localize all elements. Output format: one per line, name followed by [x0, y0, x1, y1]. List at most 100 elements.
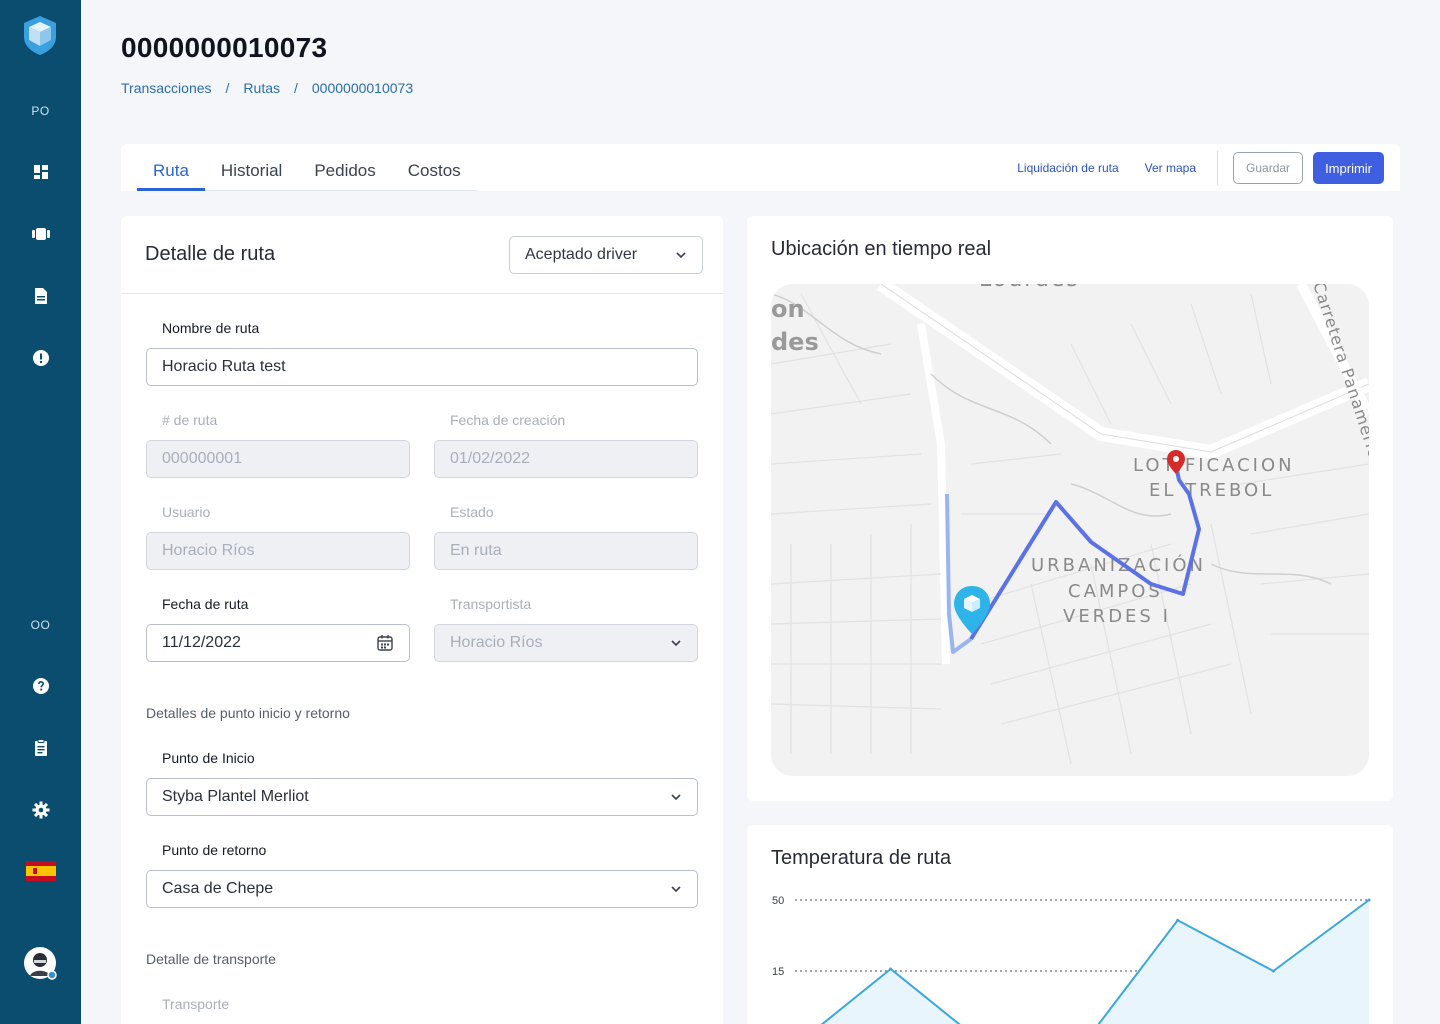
usuario-input: Horacio Ríos	[146, 532, 410, 570]
temperature-chart: 50 15	[772, 895, 1371, 1024]
sidebar-item-clipboard[interactable]	[0, 736, 81, 760]
data-point	[889, 967, 893, 971]
series-area	[822, 900, 1369, 1024]
tabs-bar: Ruta Historial Pedidos Costos Liquidació…	[121, 144, 1400, 191]
num-value: 000000001	[162, 450, 243, 467]
inicio-value: Styba Plantel Merliot	[162, 788, 309, 805]
map-label-lotificacion-2: EL TREBOL	[1149, 480, 1274, 501]
alert-icon	[32, 350, 49, 366]
fecha-ruta-input[interactable]: 11/12/2022	[146, 624, 410, 662]
data-point	[1176, 918, 1180, 922]
sidebar: PO OO	[0, 0, 81, 1024]
divider	[1217, 151, 1219, 185]
map-label-urb-1: URBANIZACIÓN	[1031, 554, 1206, 576]
fecha-ruta-label: Fecha de ruta	[162, 596, 249, 612]
estado-label: Estado	[450, 504, 494, 520]
ver-mapa-link[interactable]: Ver mapa	[1145, 161, 1196, 175]
sidebar-item-documents[interactable]	[0, 284, 81, 308]
y-tick-label: 50	[772, 895, 784, 907]
routes-icon	[31, 228, 50, 240]
tab-actions: Liquidación de ruta Ver mapa Guardar Imp…	[991, 151, 1384, 185]
sidebar-item-settings[interactable]	[0, 798, 81, 822]
tab-historial[interactable]: Historial	[205, 144, 298, 191]
help-icon	[32, 678, 49, 694]
status-value: Aceptado driver	[525, 246, 638, 263]
chevron-down-icon	[671, 794, 681, 801]
imprimir-button[interactable]: Imprimir	[1313, 152, 1384, 184]
sidebar-initials-bottom[interactable]: OO	[0, 614, 81, 636]
card-title: Detalle de ruta	[145, 243, 276, 265]
transportista-value: Horacio Ríos	[450, 634, 543, 651]
tab-costos[interactable]: Costos	[392, 144, 477, 191]
breadcrumb-separator: /	[294, 80, 298, 96]
nombre-value: Horacio Ruta test	[162, 358, 286, 375]
user-avatar[interactable]	[0, 946, 81, 982]
usuario-label: Usuario	[162, 504, 211, 520]
clipboard-icon	[34, 739, 47, 756]
estado-input: En ruta	[434, 532, 698, 570]
inicio-label: Punto de Inicio	[162, 750, 255, 766]
transportista-label: Transportista	[450, 596, 532, 612]
sidebar-initials-top[interactable]: PO	[0, 100, 81, 122]
estado-value: En ruta	[450, 542, 502, 559]
sidebar-item-dashboard[interactable]	[0, 160, 81, 184]
live-map[interactable]: Lourdes on des LOTIFICACION EL TREBOL UR…	[771, 284, 1369, 776]
breadcrumb-separator: /	[225, 80, 230, 96]
map-title: Ubicación en tiempo real	[771, 238, 992, 260]
tab-pedidos[interactable]: Pedidos	[298, 144, 391, 191]
page-title: 0000000010073	[121, 32, 328, 63]
inicio-select[interactable]: Styba Plantel Merliot	[146, 778, 698, 816]
dashboard-icon	[33, 165, 48, 179]
breadcrumb-rutas[interactable]: Rutas	[243, 80, 280, 96]
app-logo-icon[interactable]	[21, 14, 59, 56]
map-card: Ubicación en tiempo real on des LOTIFICA…	[747, 216, 1393, 801]
data-point	[1367, 898, 1371, 902]
transporte-label: Transporte	[162, 996, 230, 1012]
section-puntos: Detalles de punto inicio y retorno	[146, 705, 350, 721]
sidebar-item-routes[interactable]	[0, 222, 81, 246]
status-select[interactable]: Aceptado driver	[509, 236, 703, 274]
sidebar-item-alerts[interactable]	[0, 346, 81, 370]
nombre-input[interactable]: Horacio Ruta test	[146, 348, 698, 386]
sidebar-item-help[interactable]	[0, 674, 81, 698]
avatar	[23, 947, 57, 980]
num-label: # de ruta	[162, 412, 218, 428]
chevron-down-icon	[676, 252, 686, 259]
map-label-urb-3: VERDES I	[1063, 606, 1171, 627]
initials-label: OO	[30, 618, 51, 632]
fecha-creacion-input: 01/02/2022	[434, 440, 698, 478]
chevron-down-icon	[671, 886, 681, 893]
chevron-down-icon	[671, 640, 681, 647]
tab-ruta[interactable]: Ruta	[137, 144, 205, 191]
num-input: 000000001	[146, 440, 410, 478]
map-label-left-2: des	[771, 328, 819, 356]
breadcrumb-transacciones[interactable]: Transacciones	[121, 80, 212, 96]
section-transporte: Detalle de transporte	[146, 951, 276, 967]
retorno-label: Punto de retorno	[162, 842, 267, 858]
temperature-card: Temperatura de ruta 50 15	[747, 825, 1393, 1024]
nombre-label: Nombre de ruta	[162, 320, 260, 336]
language-selector[interactable]	[0, 860, 81, 882]
map-label-top: Lourdes	[979, 284, 1080, 292]
guardar-button[interactable]: Guardar	[1233, 152, 1304, 184]
initials-label: PO	[31, 104, 50, 118]
fecha-creacion-label: Fecha de creación	[450, 412, 566, 428]
fecha-creacion-value: 01/02/2022	[450, 450, 531, 467]
fecha-ruta-value: 11/12/2022	[162, 634, 241, 651]
card-header: Detalle de ruta Aceptado driver	[121, 216, 723, 294]
liquidacion-link[interactable]: Liquidación de ruta	[1017, 161, 1118, 175]
retorno-select[interactable]: Casa de Chepe	[146, 870, 698, 908]
document-icon	[34, 288, 47, 304]
calendar-icon[interactable]	[376, 634, 394, 652]
route-detail-card: Detalle de ruta Aceptado driver Nombre d…	[121, 216, 723, 1024]
transportista-select: Horacio Ríos	[434, 624, 698, 662]
breadcrumb-current: 0000000010073	[311, 80, 414, 96]
y-tick-label: 15	[772, 966, 784, 978]
settings-icon	[32, 801, 49, 819]
tab-list: Ruta Historial Pedidos Costos	[137, 144, 477, 191]
map-label-lotificacion-1: LOTIFICACION	[1133, 455, 1295, 476]
spain-flag-icon	[25, 861, 56, 881]
data-point	[1271, 969, 1275, 973]
map-label-left-1: on	[771, 295, 805, 323]
breadcrumb: Transacciones / Rutas / 0000000010073	[121, 80, 413, 96]
